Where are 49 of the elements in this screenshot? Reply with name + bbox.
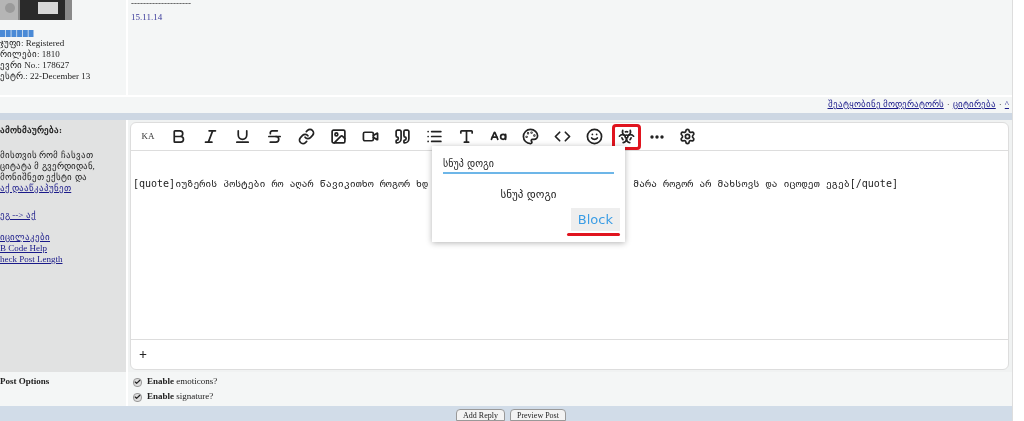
add-button[interactable]: + [139,344,147,365]
user-detail: ესტრ.: 22-December 13 [0,71,92,82]
list-icon [426,128,443,145]
settings-icon [679,128,696,145]
help-link[interactable]: ეგ --> აქ [0,210,126,221]
help-link[interactable]: heck Post Length [0,254,126,265]
smiley-icon [586,128,603,145]
help-text: მისთვის რომ ჩასვათ ციტატა მ გვერდიდან, მონიშნეთ ექსტი და აქ დააწკაპუნეთ [0,150,96,194]
help-link[interactable]: იცილაკები [0,232,126,243]
more-icon [650,134,664,139]
options-label: Post Options [0,376,50,386]
post-link[interactable]: შეატყობინე მოდერატორს [827,98,944,112]
editor-text: [quote]იუზერის პოსტები რო აღარ წავიკითხო როგორ ხდ [133,177,428,191]
editor-text: მარა როგორ არ მახსოვს და იცოდეთ ეგებ[/quote] [633,177,898,191]
strikethrough-icon [266,128,283,145]
input-field[interactable]: სნუპ დოგი [443,156,614,174]
quote-icon [394,128,411,145]
help-link[interactable]: აქ დააწკაპუნეთ [0,183,72,193]
biohazard-icon [618,128,635,145]
separator-dot: · [946,98,950,112]
help-link[interactable]: B Code Help [0,243,126,254]
post-link[interactable]: ^ [1004,98,1009,112]
link-icon [298,128,315,145]
form-button[interactable]: Preview Post [509,409,566,421]
code-icon [554,128,571,145]
post-date: 15.11.14 [131,11,164,24]
separator-dot: · [998,98,1002,112]
bold-icon [170,128,187,145]
rank-icon [0,30,34,37]
snippet-name: სნუპ დოგი [500,187,557,203]
user-detail: ევრი No.: 178627 [0,60,71,71]
option-label: Enable emoticons? [147,375,218,389]
reply-label: ამოხმაურება: [0,125,63,136]
checkbox[interactable] [133,377,142,387]
video-camera-icon [362,128,379,145]
palette-icon [522,128,539,145]
toolbar-button[interactable]: KA [135,123,161,150]
image-icon [330,128,347,145]
font-icon [458,128,475,145]
underline-icon [234,128,251,145]
text-area[interactable]: [quote]იუზერის პოსტები რო აღარ წავიკითხო როგორ ხდ სნუპ დოგი სნუპ დოგი Block მარა როგორ არ მახსოვს და იცოდეთ ეგებ[/quote] [131,151,1008,340]
option-label: Enable signature? [147,390,214,404]
checkbox[interactable] [133,392,142,402]
user-detail: ჯუფი: Registered [0,38,66,49]
form-button[interactable]: Add Reply [456,409,505,421]
post-link[interactable]: ციტირება [952,98,996,112]
italic-icon [202,128,219,145]
signature-line: -------------------- [131,0,192,6]
user-detail: რილები: 1810 [0,49,61,60]
